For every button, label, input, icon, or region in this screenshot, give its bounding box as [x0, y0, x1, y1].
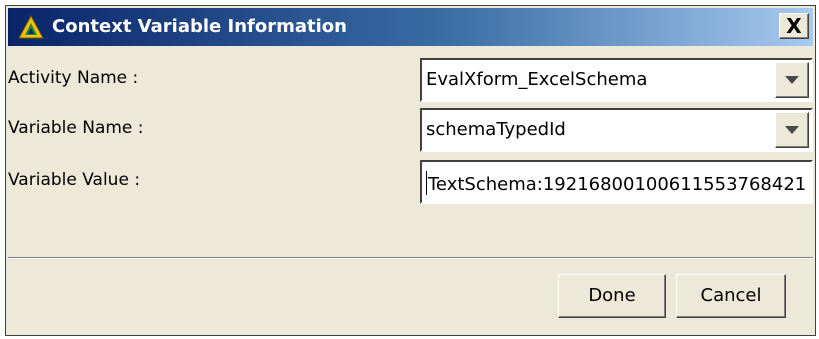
chevron-down-icon: [785, 126, 799, 134]
cancel-button[interactable]: Cancel: [676, 274, 786, 318]
activity-row: Activity Name : EvalXform_ExcelSchema: [8, 58, 813, 102]
variable-form: Activity Name : EvalXform_ExcelSchema Va…: [8, 48, 813, 258]
variable-name-select[interactable]: schemaTypedId: [420, 108, 813, 152]
variable-name-value: schemaTypedId: [426, 119, 566, 140]
variable-value-text: TextSchema:19216800100611553768421: [426, 171, 806, 195]
variable-name-label: Variable Name :: [8, 118, 144, 138]
variable-value-row: Variable Value : TextSchema:192168001006…: [8, 160, 813, 204]
dialog-title: Context Variable Information: [52, 16, 347, 37]
activity-name-value: EvalXform_ExcelSchema: [426, 69, 648, 90]
variable-value-content: TextSchema:19216800100611553768421: [428, 174, 807, 195]
variable-name-row: Variable Name : schemaTypedId: [8, 108, 813, 152]
activity-name-select[interactable]: EvalXform_ExcelSchema: [420, 58, 813, 102]
text-caret: [426, 171, 427, 195]
context-variable-dialog: Context Variable Information X Activity …: [5, 5, 816, 336]
title-bar[interactable]: Context Variable Information X: [8, 8, 813, 46]
app-logo-icon: [18, 14, 44, 39]
close-button[interactable]: X: [779, 13, 809, 39]
variable-value-input[interactable]: TextSchema:19216800100611553768421: [420, 160, 813, 204]
variable-value-label: Variable Value :: [8, 170, 141, 190]
close-icon: X: [786, 14, 802, 38]
activity-name-label: Activity Name :: [8, 68, 139, 88]
done-button[interactable]: Done: [558, 274, 666, 318]
chevron-down-icon: [785, 76, 799, 84]
activity-dropdown-button[interactable]: [775, 62, 809, 98]
variable-dropdown-button[interactable]: [775, 112, 809, 148]
